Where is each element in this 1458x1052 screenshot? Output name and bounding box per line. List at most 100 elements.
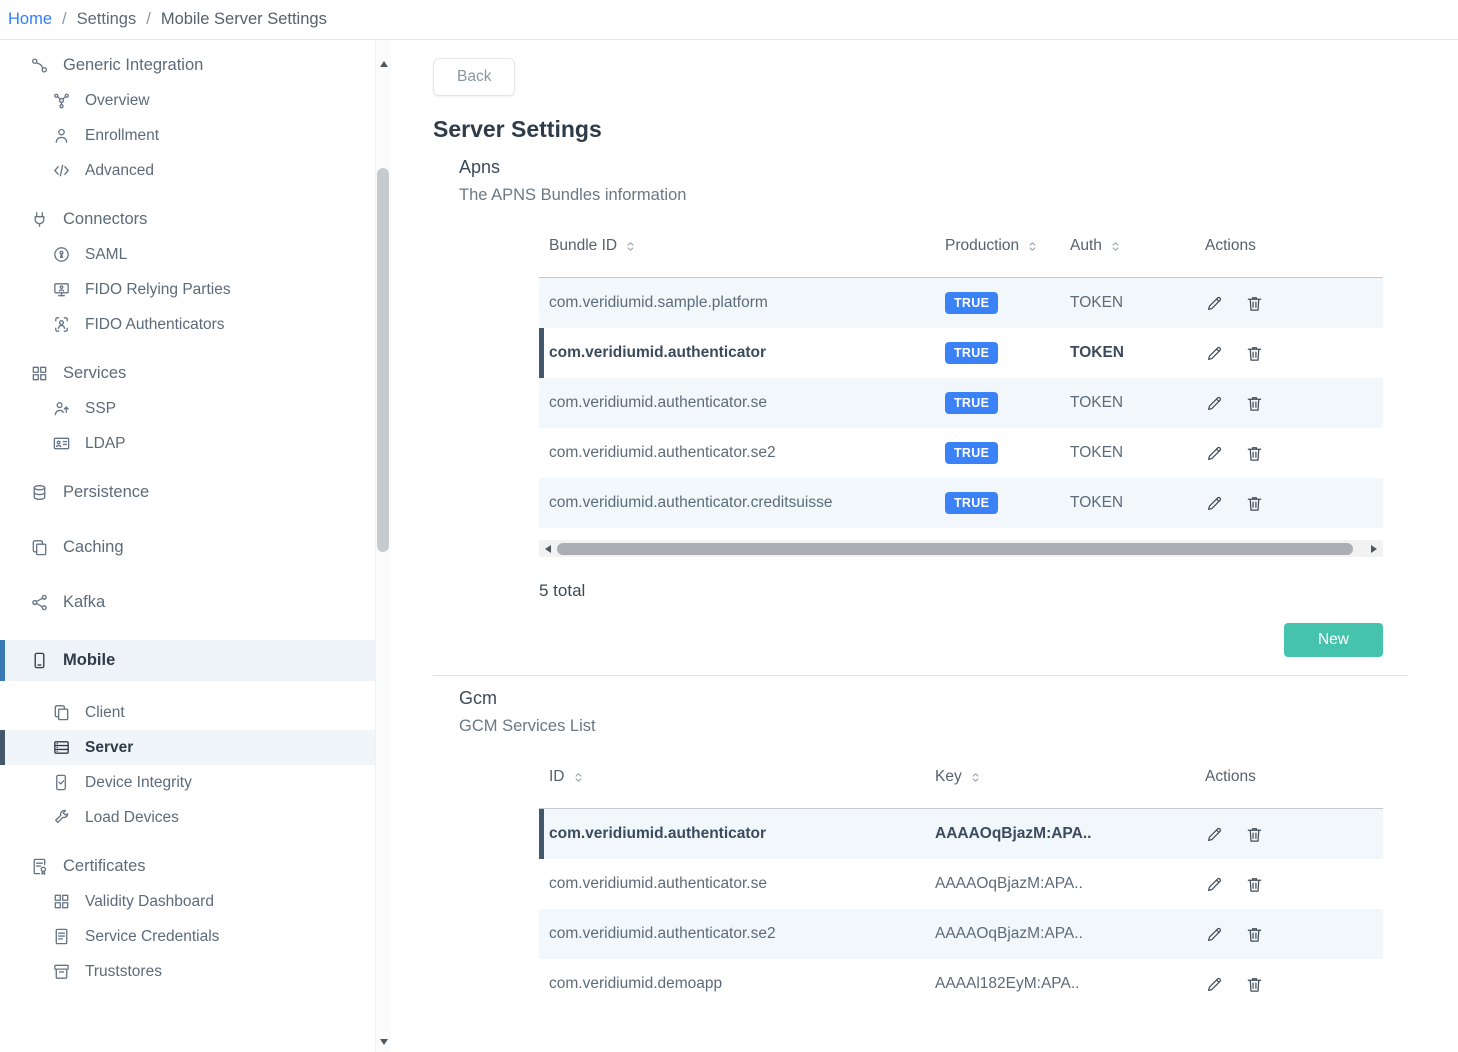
production-badge: TRUE [945, 292, 998, 314]
sidebar-item-persistence[interactable]: Persistence [0, 475, 375, 510]
sidebar-item-server[interactable]: Server [0, 730, 375, 765]
key-cell: AAAAOqBjazM:APA.. [935, 875, 1193, 893]
sidebar-item-enrollment[interactable]: Enrollment [0, 118, 375, 153]
sidebar-item-ssp[interactable]: SSP [0, 391, 375, 426]
sidebar-item-label: Mobile [63, 651, 115, 670]
sidebar-item-truststores[interactable]: Truststores [0, 954, 375, 989]
column-header-id[interactable]: ID [539, 768, 935, 786]
gcm-section-subtitle: GCM Services List [459, 717, 1458, 736]
apns-table-row[interactable]: com.veridiumid.sample.platform TRUE TOKE… [539, 278, 1383, 328]
column-header-key[interactable]: Key [935, 768, 1193, 786]
delete-icon[interactable] [1245, 394, 1264, 413]
apns-table-row[interactable]: com.veridiumid.authenticator.creditsuiss… [539, 478, 1383, 528]
gcm-table-row[interactable]: com.veridiumid.authenticator.se2 AAAAOqB… [539, 909, 1383, 959]
delete-icon[interactable] [1245, 975, 1264, 994]
edit-icon[interactable] [1205, 825, 1224, 844]
scroll-up-icon[interactable] [376, 56, 391, 72]
sidebar-item-client[interactable]: Client [0, 695, 375, 730]
sidebar-item-label: Overview [85, 92, 150, 110]
delete-icon[interactable] [1245, 494, 1264, 513]
sidebar-item-load-devices[interactable]: Load Devices [0, 800, 375, 835]
edit-icon[interactable] [1205, 294, 1224, 313]
sort-icon[interactable] [572, 771, 585, 784]
column-header-bundle-id[interactable]: Bundle ID [539, 237, 945, 255]
database-icon [30, 483, 49, 502]
gcm-section: Gcm GCM Services List ID Key Actions [433, 688, 1458, 1009]
breadcrumb-separator: / [62, 10, 67, 29]
edit-icon[interactable] [1205, 394, 1224, 413]
bundle-id-cell: com.veridiumid.authenticator.creditsuiss… [539, 494, 945, 512]
sidebar-item-connectors[interactable]: Connectors [0, 202, 375, 237]
apns-horizontal-scrollbar[interactable] [539, 540, 1383, 557]
sidebar-item-saml[interactable]: SAML [0, 237, 375, 272]
bundle-id-cell: com.veridiumid.authenticator.se [539, 394, 945, 412]
column-label: Actions [1205, 237, 1256, 254]
edit-icon[interactable] [1205, 975, 1224, 994]
copy-icon [30, 538, 49, 557]
sidebar-item-fido-relying-parties[interactable]: FIDO Relying Parties [0, 272, 375, 307]
edit-icon[interactable] [1205, 344, 1224, 363]
delete-icon[interactable] [1245, 875, 1264, 894]
apns-table-row[interactable]: com.veridiumid.authenticator.se TRUE TOK… [539, 378, 1383, 428]
apns-table-row-selected[interactable]: com.veridiumid.authenticator TRUE TOKEN [539, 328, 1383, 378]
sidebar-scrollbar[interactable] [375, 40, 391, 1052]
sidebar-item-label: FIDO Authenticators [85, 316, 225, 334]
delete-icon[interactable] [1245, 825, 1264, 844]
column-label: Bundle ID [549, 237, 617, 255]
sort-icon[interactable] [1109, 240, 1122, 253]
sidebar-item-label: Certificates [63, 857, 146, 876]
sidebar-item-caching[interactable]: Caching [0, 530, 375, 565]
production-badge: TRUE [945, 442, 998, 464]
apns-section-subtitle: The APNS Bundles information [459, 186, 1458, 205]
sidebar-item-mobile[interactable]: Mobile [0, 640, 375, 681]
gcm-table-row[interactable]: com.veridiumid.authenticator.se AAAAOqBj… [539, 859, 1383, 909]
edit-icon[interactable] [1205, 875, 1224, 894]
sidebar-item-label: Connectors [63, 210, 147, 229]
apns-table-row[interactable]: com.veridiumid.authenticator.se2 TRUE TO… [539, 428, 1383, 478]
gcm-table-row-selected[interactable]: com.veridiumid.authenticator AAAAOqBjazM… [539, 809, 1383, 859]
breadcrumb-settings-link[interactable]: Settings [77, 10, 137, 29]
sort-icon[interactable] [1026, 240, 1039, 253]
delete-icon[interactable] [1245, 294, 1264, 313]
sidebar-item-advanced[interactable]: Advanced [0, 153, 375, 188]
sidebar-item-kafka[interactable]: Kafka [0, 585, 375, 620]
scroll-down-icon[interactable] [376, 1034, 391, 1050]
production-badge: TRUE [945, 392, 998, 414]
breadcrumb-home-link[interactable]: Home [8, 10, 52, 29]
sidebar-item-validity-dashboard[interactable]: Validity Dashboard [0, 884, 375, 919]
sidebar-item-certificates[interactable]: Certificates [0, 849, 375, 884]
sidebar-item-generic-integration[interactable]: Generic Integration [0, 48, 375, 83]
column-header-auth[interactable]: Auth [1070, 237, 1193, 255]
auth-cell: TOKEN [1070, 344, 1193, 362]
sidebar-item-label: Server [85, 739, 133, 757]
back-button[interactable]: Back [433, 58, 515, 96]
sidebar-item-label: Enrollment [85, 127, 159, 145]
sidebar-item-fido-authenticators[interactable]: FIDO Authenticators [0, 307, 375, 342]
document-icon [52, 927, 71, 946]
sidebar-item-service-credentials[interactable]: Service Credentials [0, 919, 375, 954]
edit-icon[interactable] [1205, 444, 1224, 463]
bundle-id-cell: com.veridiumid.sample.platform [539, 294, 945, 312]
enrollment-icon [52, 126, 71, 145]
sidebar-item-label: LDAP [85, 435, 126, 453]
column-header-production[interactable]: Production [945, 237, 1070, 255]
gcm-table-row[interactable]: com.veridiumid.demoapp AAAAl182EyM:APA.. [539, 959, 1383, 1009]
sidebar-item-overview[interactable]: Overview [0, 83, 375, 118]
delete-icon[interactable] [1245, 344, 1264, 363]
sidebar-item-services[interactable]: Services [0, 356, 375, 391]
scroll-right-icon[interactable] [1369, 545, 1379, 553]
delete-icon[interactable] [1245, 925, 1264, 944]
edit-icon[interactable] [1205, 494, 1224, 513]
sort-icon[interactable] [969, 771, 982, 784]
new-button[interactable]: New [1284, 623, 1383, 657]
sidebar-item-ldap[interactable]: LDAP [0, 426, 375, 461]
phone-check-icon [52, 773, 71, 792]
sidebar-item-device-integrity[interactable]: Device Integrity [0, 765, 375, 800]
sidebar-scrollbar-thumb[interactable] [377, 168, 389, 552]
scroll-left-icon[interactable] [543, 545, 553, 553]
main-content: Back Server Settings Apns The APNS Bundl… [391, 40, 1458, 1052]
delete-icon[interactable] [1245, 444, 1264, 463]
horizontal-scrollbar-thumb[interactable] [557, 543, 1353, 555]
edit-icon[interactable] [1205, 925, 1224, 944]
sort-icon[interactable] [624, 240, 637, 253]
